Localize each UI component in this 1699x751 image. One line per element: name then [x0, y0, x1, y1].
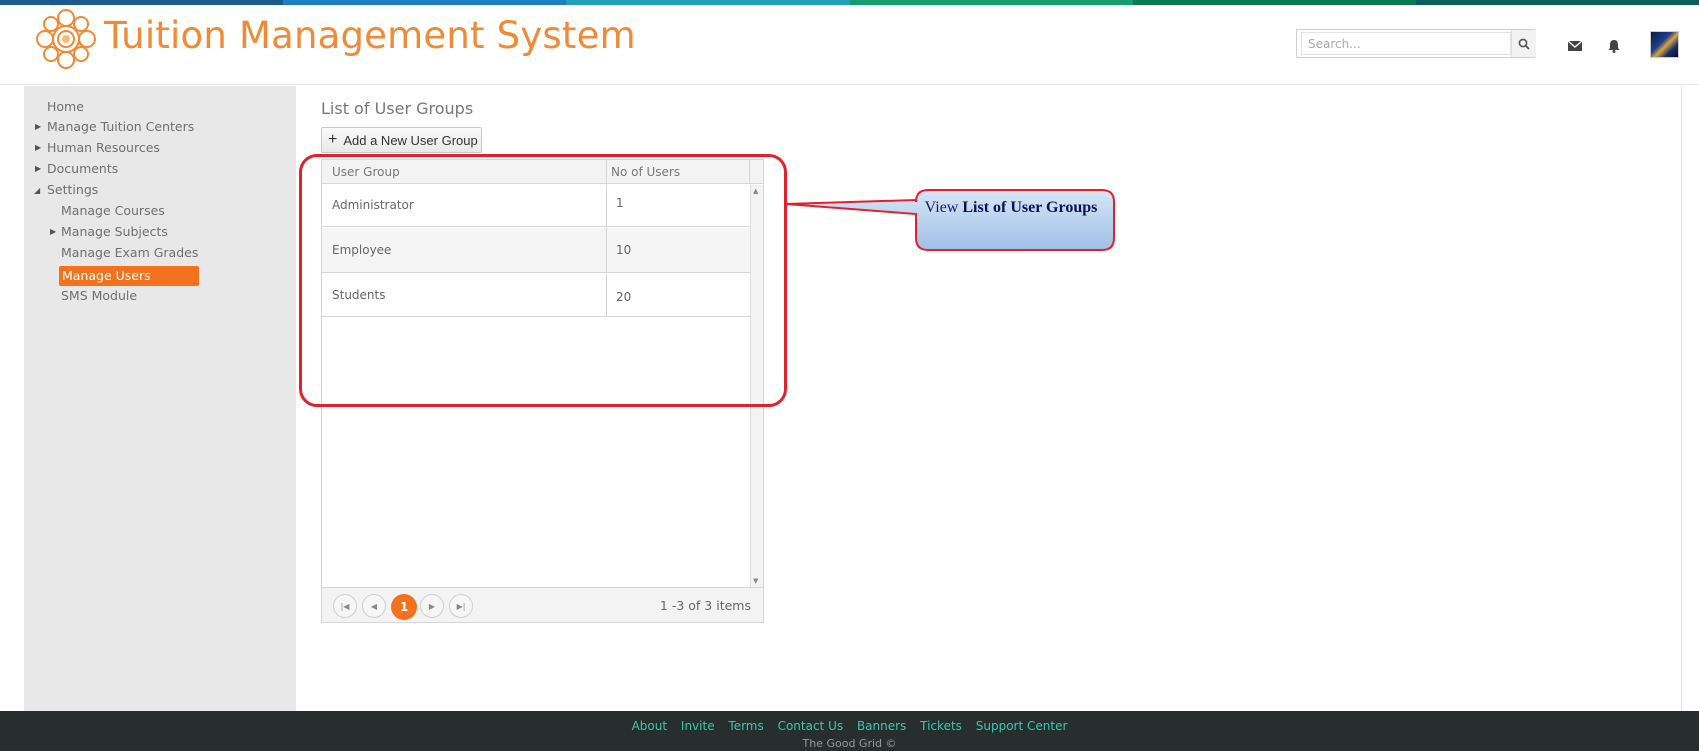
- sidebar-item-manage-exam-grades[interactable]: Manage Exam Grades: [61, 245, 198, 260]
- next-page-button[interactable]: ▶: [420, 594, 444, 618]
- sidebar-item-documents[interactable]: Documents: [47, 161, 118, 176]
- content-right-divider: [1681, 86, 1682, 711]
- sidebar-item-sms-module[interactable]: SMS Module: [61, 288, 137, 303]
- footer-link-tickets[interactable]: Tickets: [920, 719, 962, 733]
- user-avatar[interactable]: [1650, 31, 1679, 58]
- scroll-down-icon[interactable]: ▼: [753, 577, 758, 585]
- logo-flower-icon: [36, 9, 96, 69]
- caret-down-icon: ◢: [34, 186, 41, 195]
- sidebar: [24, 86, 296, 711]
- sidebar-item-human-resources[interactable]: Human Resources: [47, 140, 160, 155]
- footer-link-terms[interactable]: Terms: [728, 719, 763, 733]
- plus-icon: +: [328, 131, 338, 148]
- sidebar-item-home[interactable]: Home: [47, 99, 84, 114]
- pagination-info: 1 -3 of 3 items: [659, 598, 751, 613]
- footer-link-invite[interactable]: Invite: [681, 719, 715, 733]
- callout-prefix: View: [924, 199, 959, 216]
- search-input[interactable]: [1301, 32, 1511, 55]
- sidebar-item-manage-subjects[interactable]: Manage Subjects: [61, 224, 168, 239]
- last-page-icon: ▶|: [456, 601, 466, 611]
- sidebar-item-manage-users[interactable]: Manage Users: [59, 266, 199, 286]
- footer-link-about[interactable]: About: [632, 719, 667, 733]
- app-title: Tuition Management System: [104, 14, 636, 57]
- add-user-group-label: Add a New User Group: [343, 132, 478, 148]
- footer-link-contact-us[interactable]: Contact Us: [778, 719, 844, 733]
- caret-right-icon: ▶: [35, 164, 42, 173]
- next-page-icon: ▶: [428, 601, 436, 611]
- sidebar-item-settings[interactable]: Settings: [47, 182, 98, 197]
- first-page-button[interactable]: |◀: [333, 594, 357, 618]
- search-button[interactable]: [1511, 30, 1536, 57]
- footer-copyright: The Good Grid ©: [802, 737, 897, 750]
- highlight-annotation: [299, 154, 787, 407]
- bell-icon[interactable]: [1606, 39, 1622, 53]
- add-user-group-button[interactable]: + Add a New User Group: [321, 127, 482, 153]
- page-title: List of User Groups: [321, 99, 474, 118]
- envelope-icon[interactable]: [1567, 39, 1583, 53]
- first-page-icon: |◀: [340, 601, 350, 611]
- caret-right-icon: ▶: [35, 122, 42, 131]
- footer-links: About Invite Terms Contact Us Banners Ti…: [0, 719, 1699, 733]
- footer: About Invite Terms Contact Us Banners Ti…: [0, 711, 1699, 751]
- app-header: Tuition Management System: [0, 5, 1699, 85]
- last-page-button[interactable]: ▶|: [449, 594, 473, 618]
- sidebar-item-manage-courses[interactable]: Manage Courses: [61, 203, 165, 218]
- current-page-button[interactable]: 1: [391, 594, 417, 620]
- footer-link-banners[interactable]: Banners: [857, 719, 906, 733]
- search-box: [1296, 29, 1536, 58]
- prev-page-icon: ◀: [370, 601, 378, 611]
- callout-bold: List of User Groups: [962, 199, 1098, 216]
- caret-right-icon: ▶: [50, 227, 57, 236]
- callout-text: View List of User Groups: [916, 196, 1106, 220]
- prev-page-button[interactable]: ◀: [362, 594, 386, 618]
- caret-right-icon: ▶: [35, 143, 42, 152]
- pagination-bar: |◀ ◀ 1 ▶ ▶| 1 -3 of 3 items: [322, 587, 763, 622]
- sidebar-item-manage-tuition-centers[interactable]: Manage Tuition Centers: [47, 119, 194, 134]
- search-icon: [1518, 38, 1530, 50]
- footer-link-support-center[interactable]: Support Center: [976, 719, 1068, 733]
